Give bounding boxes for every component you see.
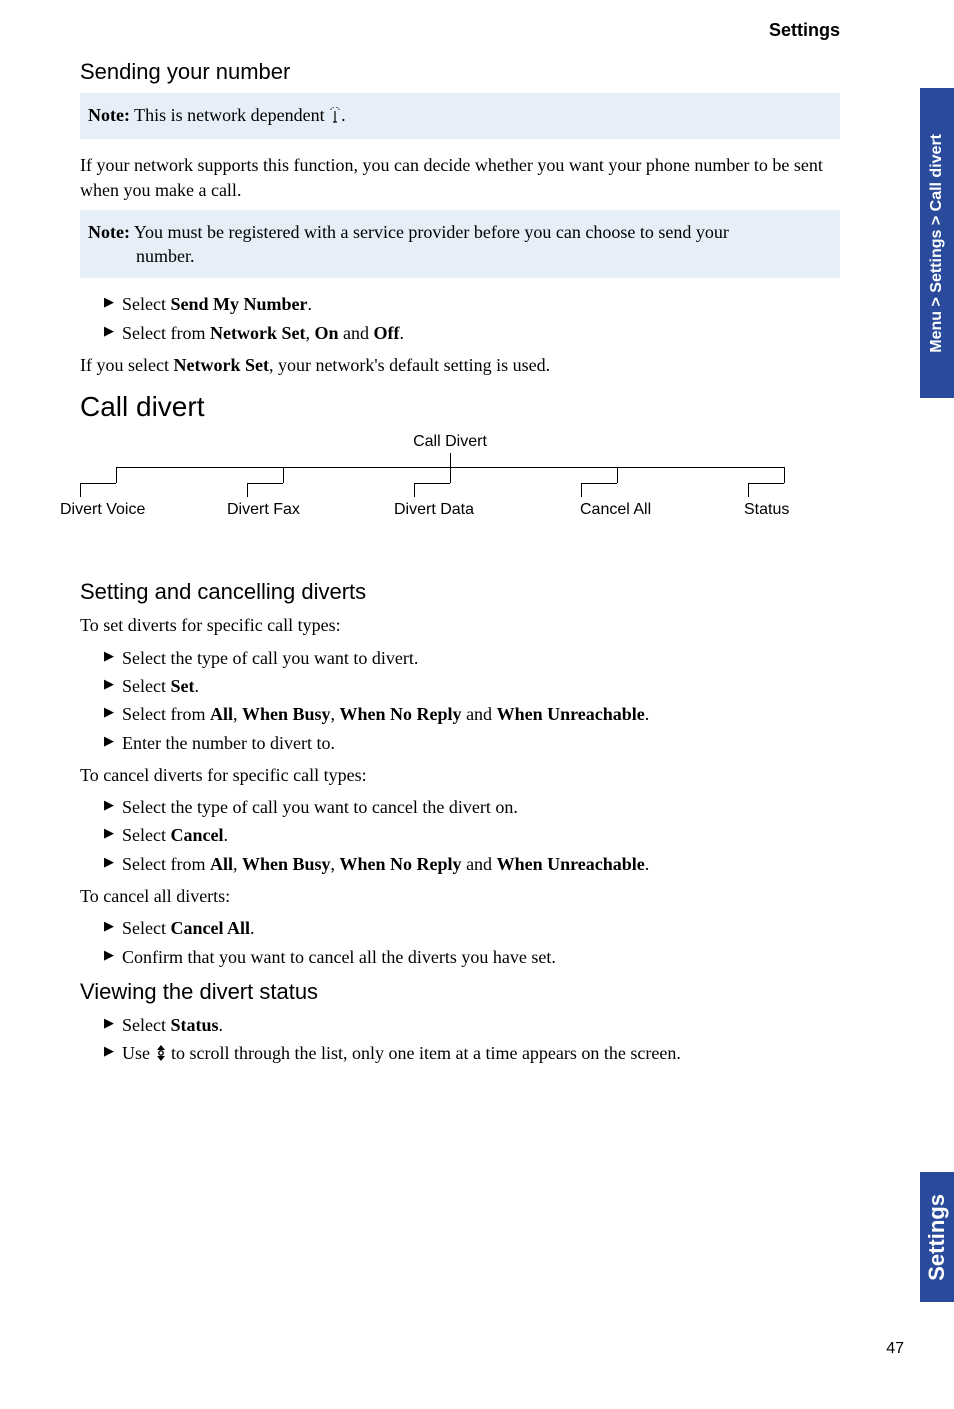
call-divert-diagram: Call Divert Divert Voice Divert Fax Dive…: [80, 433, 820, 543]
note-label: Note:: [88, 105, 130, 125]
list-item: Select from All, When Busy, When No Repl…: [104, 852, 840, 876]
heading-call-divert: Call divert: [80, 391, 840, 423]
note-text: This is network dependent: [130, 105, 329, 125]
side-tab-breadcrumb: Menu > Settings > Call divert: [920, 88, 954, 398]
list-item: Select Set.: [104, 674, 840, 698]
note-tail: .: [341, 105, 346, 125]
list-item: Confirm that you want to cancel all the …: [104, 945, 840, 969]
para-network-set: If you select Network Set, your network'…: [80, 353, 840, 377]
list-item: Enter the number to divert to.: [104, 731, 840, 755]
diagram-title: Call Divert: [390, 433, 510, 451]
list-item: Select the type of call you want to dive…: [104, 646, 840, 670]
side-tab-section: Settings: [920, 1172, 954, 1302]
list-item: Select Cancel.: [104, 823, 840, 847]
navigation-key-icon: [155, 1044, 167, 1068]
para-network-supports: If your network supports this function, …: [80, 153, 840, 202]
diagram-label: Divert Data: [394, 501, 534, 519]
page-number: 47: [886, 1340, 904, 1358]
para-set-diverts: To set diverts for specific call types:: [80, 613, 840, 637]
heading-sending-your-number: Sending your number: [80, 59, 840, 85]
list-send-number: Select Send My Number. Select from Netwo…: [80, 292, 840, 345]
diagram-label: Status: [744, 501, 884, 519]
antenna-icon: [329, 105, 341, 129]
page-content: Settings Sending your number Note: This …: [80, 20, 840, 1075]
list-set-diverts: Select the type of call you want to dive…: [80, 646, 840, 755]
diagram-label: Divert Voice: [60, 501, 200, 519]
list-cancel-all: Select Cancel All. Confirm that you want…: [80, 916, 840, 969]
side-tab-section-text: Settings: [924, 1194, 950, 1281]
note-label: Note:: [88, 222, 130, 242]
heading-setting-cancelling: Setting and cancelling diverts: [80, 579, 840, 605]
note-text-a: You must be registered with a service pr…: [130, 222, 729, 242]
list-item: Use to scroll through the list, only one…: [104, 1041, 840, 1068]
list-item: Select Cancel All.: [104, 916, 840, 940]
para-cancel-all: To cancel all diverts:: [80, 884, 840, 908]
diagram-label: Cancel All: [580, 501, 720, 519]
header-title: Settings: [80, 20, 840, 41]
list-item: Select from All, When Busy, When No Repl…: [104, 702, 840, 726]
list-item: Select Send My Number.: [104, 292, 840, 316]
heading-viewing-status: Viewing the divert status: [80, 979, 840, 1005]
list-cancel-diverts: Select the type of call you want to canc…: [80, 795, 840, 876]
diagram-label: Divert Fax: [227, 501, 367, 519]
list-item: Select Status.: [104, 1013, 840, 1037]
list-viewing-status: Select Status. Use to scroll through the…: [80, 1013, 840, 1069]
list-item: Select from Network Set, On and Off.: [104, 321, 840, 345]
note-registered: Note: You must be registered with a serv…: [80, 210, 840, 279]
list-item: Select the type of call you want to canc…: [104, 795, 840, 819]
para-cancel-diverts: To cancel diverts for specific call type…: [80, 763, 840, 787]
note-network-dependent: Note: This is network dependent .: [80, 93, 840, 139]
side-tab-breadcrumb-text: Menu > Settings > Call divert: [928, 134, 946, 353]
note-text-b: number.: [88, 244, 832, 268]
